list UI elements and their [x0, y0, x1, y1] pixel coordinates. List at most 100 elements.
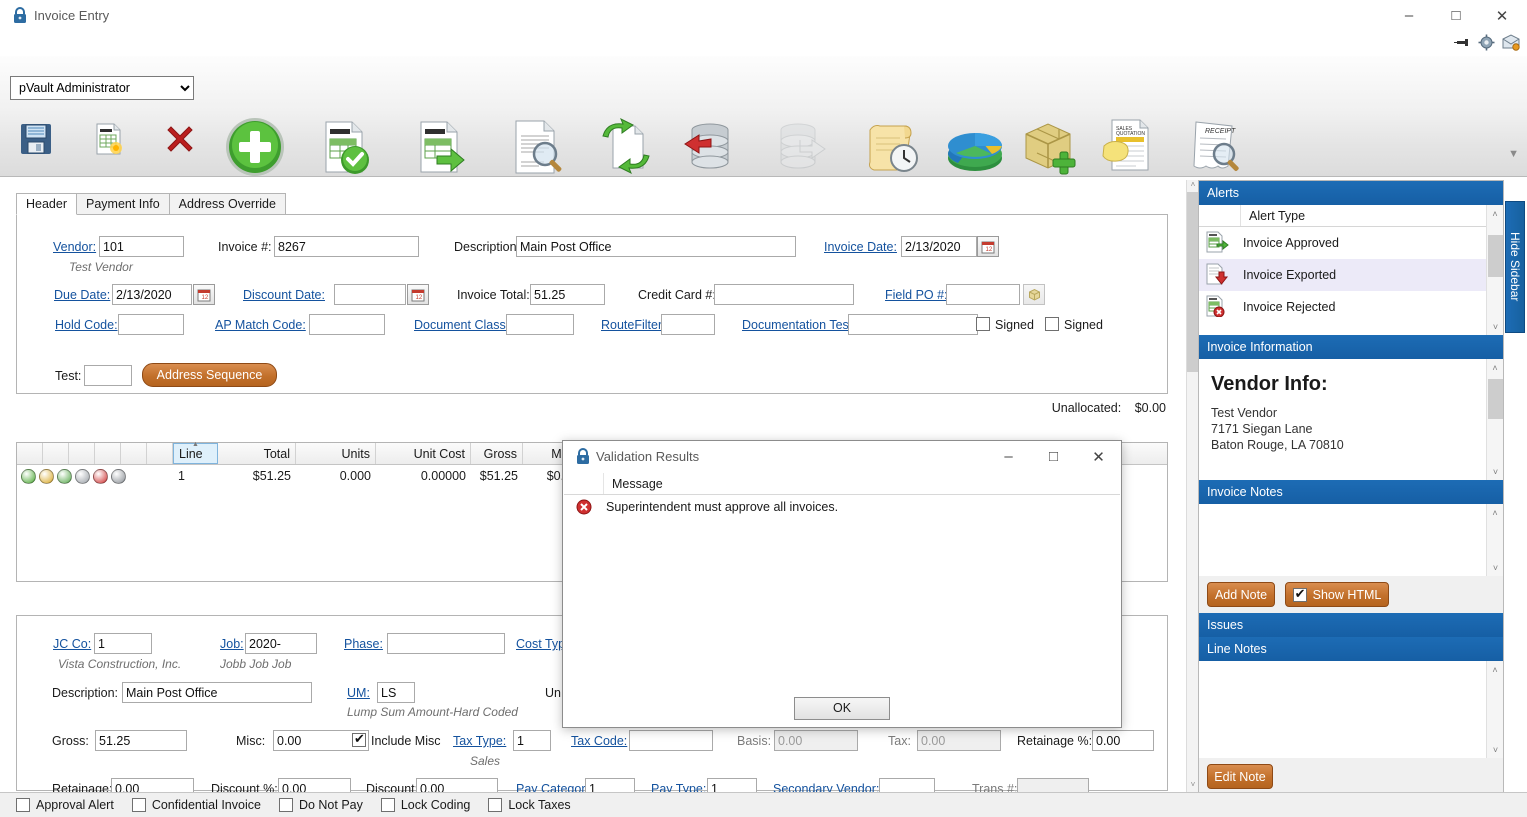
- status-checkbox-confidential-invoice[interactable]: Confidential Invoice: [131, 798, 261, 812]
- status-checkbox-approval-alert[interactable]: Approval Alert: [16, 798, 114, 812]
- discount-date-input[interactable]: [334, 284, 406, 305]
- test-input[interactable]: [84, 365, 132, 386]
- dialog-close-button[interactable]: ✕: [1076, 441, 1121, 472]
- status-checkbox-do-not-pay[interactable]: Do Not Pay: [278, 798, 363, 812]
- add-line-icon[interactable]: [21, 468, 36, 484]
- route-filter-input[interactable]: [661, 314, 715, 335]
- mail-icon[interactable]: [1502, 34, 1520, 51]
- due-date-calendar-icon[interactable]: 12: [193, 284, 215, 305]
- dialog-maximize-button[interactable]: □: [1031, 441, 1076, 472]
- ribbon-overflow-caret[interactable]: ▼: [1508, 148, 1519, 160]
- job-label[interactable]: Job:: [220, 637, 244, 651]
- pin-icon[interactable]: [1454, 34, 1471, 51]
- delete-button[interactable]: [152, 111, 208, 167]
- um-input[interactable]: [377, 682, 415, 703]
- grid-column-header-total[interactable]: Total: [218, 443, 296, 464]
- due-date-label[interactable]: Due Date:: [54, 288, 110, 302]
- info-line-icon[interactable]: [111, 468, 126, 484]
- invoice-info-scroll-thumb[interactable]: [1488, 379, 1503, 419]
- dialog-minimize-button[interactable]: –: [986, 441, 1031, 472]
- um-label[interactable]: UM:: [347, 686, 370, 700]
- signed-2-checkbox[interactable]: [1045, 317, 1059, 331]
- checkbox-box[interactable]: [131, 798, 146, 812]
- ok-button[interactable]: OK: [794, 696, 890, 720]
- save-button[interactable]: [8, 111, 64, 167]
- line-notes-section-header[interactable]: Line Notes: [1199, 637, 1503, 661]
- invoice-date-label[interactable]: Invoice Date:: [824, 240, 897, 254]
- signed-1-checkbox[interactable]: [976, 317, 990, 331]
- dialog-message-row[interactable]: Superintendent must approve all invoices…: [564, 495, 1120, 519]
- description-input[interactable]: [516, 236, 796, 257]
- documentation-test-label[interactable]: Documentation Test:: [742, 318, 856, 332]
- alert-item-invoice-rejected[interactable]: Invoice Rejected: [1199, 291, 1503, 323]
- documentation-test-input[interactable]: [848, 314, 978, 335]
- copy-line-icon[interactable]: [39, 468, 54, 484]
- tax-code-input[interactable]: [629, 730, 713, 751]
- invoice-info-scroll-down-icon[interactable]: ˅: [1487, 463, 1504, 480]
- invoice-date-input[interactable]: [901, 236, 977, 257]
- minimize-button[interactable]: –: [1386, 0, 1432, 31]
- route-filter-label[interactable]: RouteFilter:: [601, 318, 666, 332]
- field-po-input[interactable]: [946, 284, 1020, 305]
- close-button[interactable]: ✕: [1479, 0, 1525, 31]
- status-checkbox-lock-taxes[interactable]: Lock Taxes: [488, 798, 571, 812]
- alert-item-invoice-approved[interactable]: Invoice Approved: [1199, 227, 1503, 259]
- status-checkbox-lock-coding[interactable]: Lock Coding: [380, 798, 470, 812]
- alerts-scrollbar[interactable]: ˄ ˅: [1486, 205, 1503, 335]
- field-po-lookup-icon[interactable]: [1023, 284, 1045, 305]
- retainage-pct-input[interactable]: [1092, 730, 1154, 751]
- tab-address-override[interactable]: Address Override: [168, 193, 286, 215]
- invoice-information-section-header[interactable]: Invoice Information: [1199, 335, 1503, 359]
- show-html-checkbox[interactable]: [1292, 586, 1307, 602]
- discount-date-label[interactable]: Discount Date:: [243, 288, 325, 302]
- grid-column-header-gross[interactable]: Gross: [471, 443, 523, 464]
- invoice-info-scroll-up-icon[interactable]: ˄: [1487, 359, 1503, 376]
- field-po-label[interactable]: Field PO #:: [885, 288, 948, 302]
- alert-item-invoice-exported[interactable]: Invoice Exported: [1199, 259, 1503, 291]
- phase-input[interactable]: [387, 633, 505, 654]
- discount-date-calendar-icon[interactable]: 12: [407, 284, 429, 305]
- alerts-section-header[interactable]: Alerts: [1199, 181, 1503, 205]
- checkbox-box[interactable]: [488, 798, 503, 812]
- refresh-line-icon[interactable]: [57, 468, 72, 484]
- job-input[interactable]: [245, 633, 317, 654]
- phase-label[interactable]: Phase:: [344, 637, 383, 651]
- ap-match-code-input[interactable]: [309, 314, 385, 335]
- grid-column-header-units[interactable]: Units: [296, 443, 376, 464]
- edit-note-button[interactable]: Edit Note: [1207, 764, 1273, 789]
- show-html-button[interactable]: Show HTML: [1285, 582, 1389, 607]
- hold-code-input[interactable]: [118, 314, 184, 335]
- ap-match-code-label[interactable]: AP Match Code:: [215, 318, 306, 332]
- include-misc-checkbox[interactable]: [352, 731, 366, 747]
- tab-header[interactable]: Header: [16, 193, 77, 215]
- checkbox-box[interactable]: [16, 798, 30, 812]
- tab-payment-info[interactable]: Payment Info: [76, 193, 170, 215]
- document-class-label[interactable]: Document Class:: [414, 318, 509, 332]
- maximize-button[interactable]: □: [1433, 0, 1479, 31]
- vendor-input[interactable]: [99, 236, 184, 257]
- line-notes-scroll-up-icon[interactable]: ˄: [1487, 661, 1503, 678]
- address-sequence-button[interactable]: Address Sequence: [142, 363, 277, 387]
- checkbox-box[interactable]: [278, 798, 293, 812]
- gear-icon[interactable]: [1478, 34, 1495, 51]
- new-invoice-button[interactable]: [80, 111, 136, 167]
- tax-type-label[interactable]: Tax Type:: [453, 734, 506, 748]
- cost-type-label[interactable]: Cost Typ: [516, 637, 565, 651]
- hold-code-label[interactable]: Hold Code:: [55, 318, 118, 332]
- issues-section-header[interactable]: Issues: [1199, 613, 1503, 637]
- jc-co-label[interactable]: JC Co:: [53, 637, 91, 651]
- line-notes-scrollbar[interactable]: ˄ ˅: [1486, 661, 1503, 758]
- invoice-info-scrollbar[interactable]: ˄ ˅: [1486, 359, 1503, 480]
- due-date-input[interactable]: [112, 284, 192, 305]
- jc-co-input[interactable]: [94, 633, 152, 654]
- credit-card-input[interactable]: [714, 284, 854, 305]
- tax-code-label[interactable]: Tax Code:: [571, 734, 627, 748]
- alerts-scroll-down-icon[interactable]: ˅: [1487, 318, 1504, 335]
- invoice-notes-scrollbar[interactable]: ˄ ˅: [1486, 504, 1503, 576]
- invoice-notes-scroll-up-icon[interactable]: ˄: [1487, 504, 1503, 521]
- grid-column-header-unit-cost[interactable]: Unit Cost: [376, 443, 471, 464]
- amount-line-icon[interactable]: [75, 468, 90, 484]
- invoice-notes-scroll-down-icon[interactable]: ˅: [1487, 559, 1504, 576]
- line-notes-scroll-down-icon[interactable]: ˅: [1487, 741, 1504, 758]
- invoice-number-input[interactable]: [274, 236, 419, 257]
